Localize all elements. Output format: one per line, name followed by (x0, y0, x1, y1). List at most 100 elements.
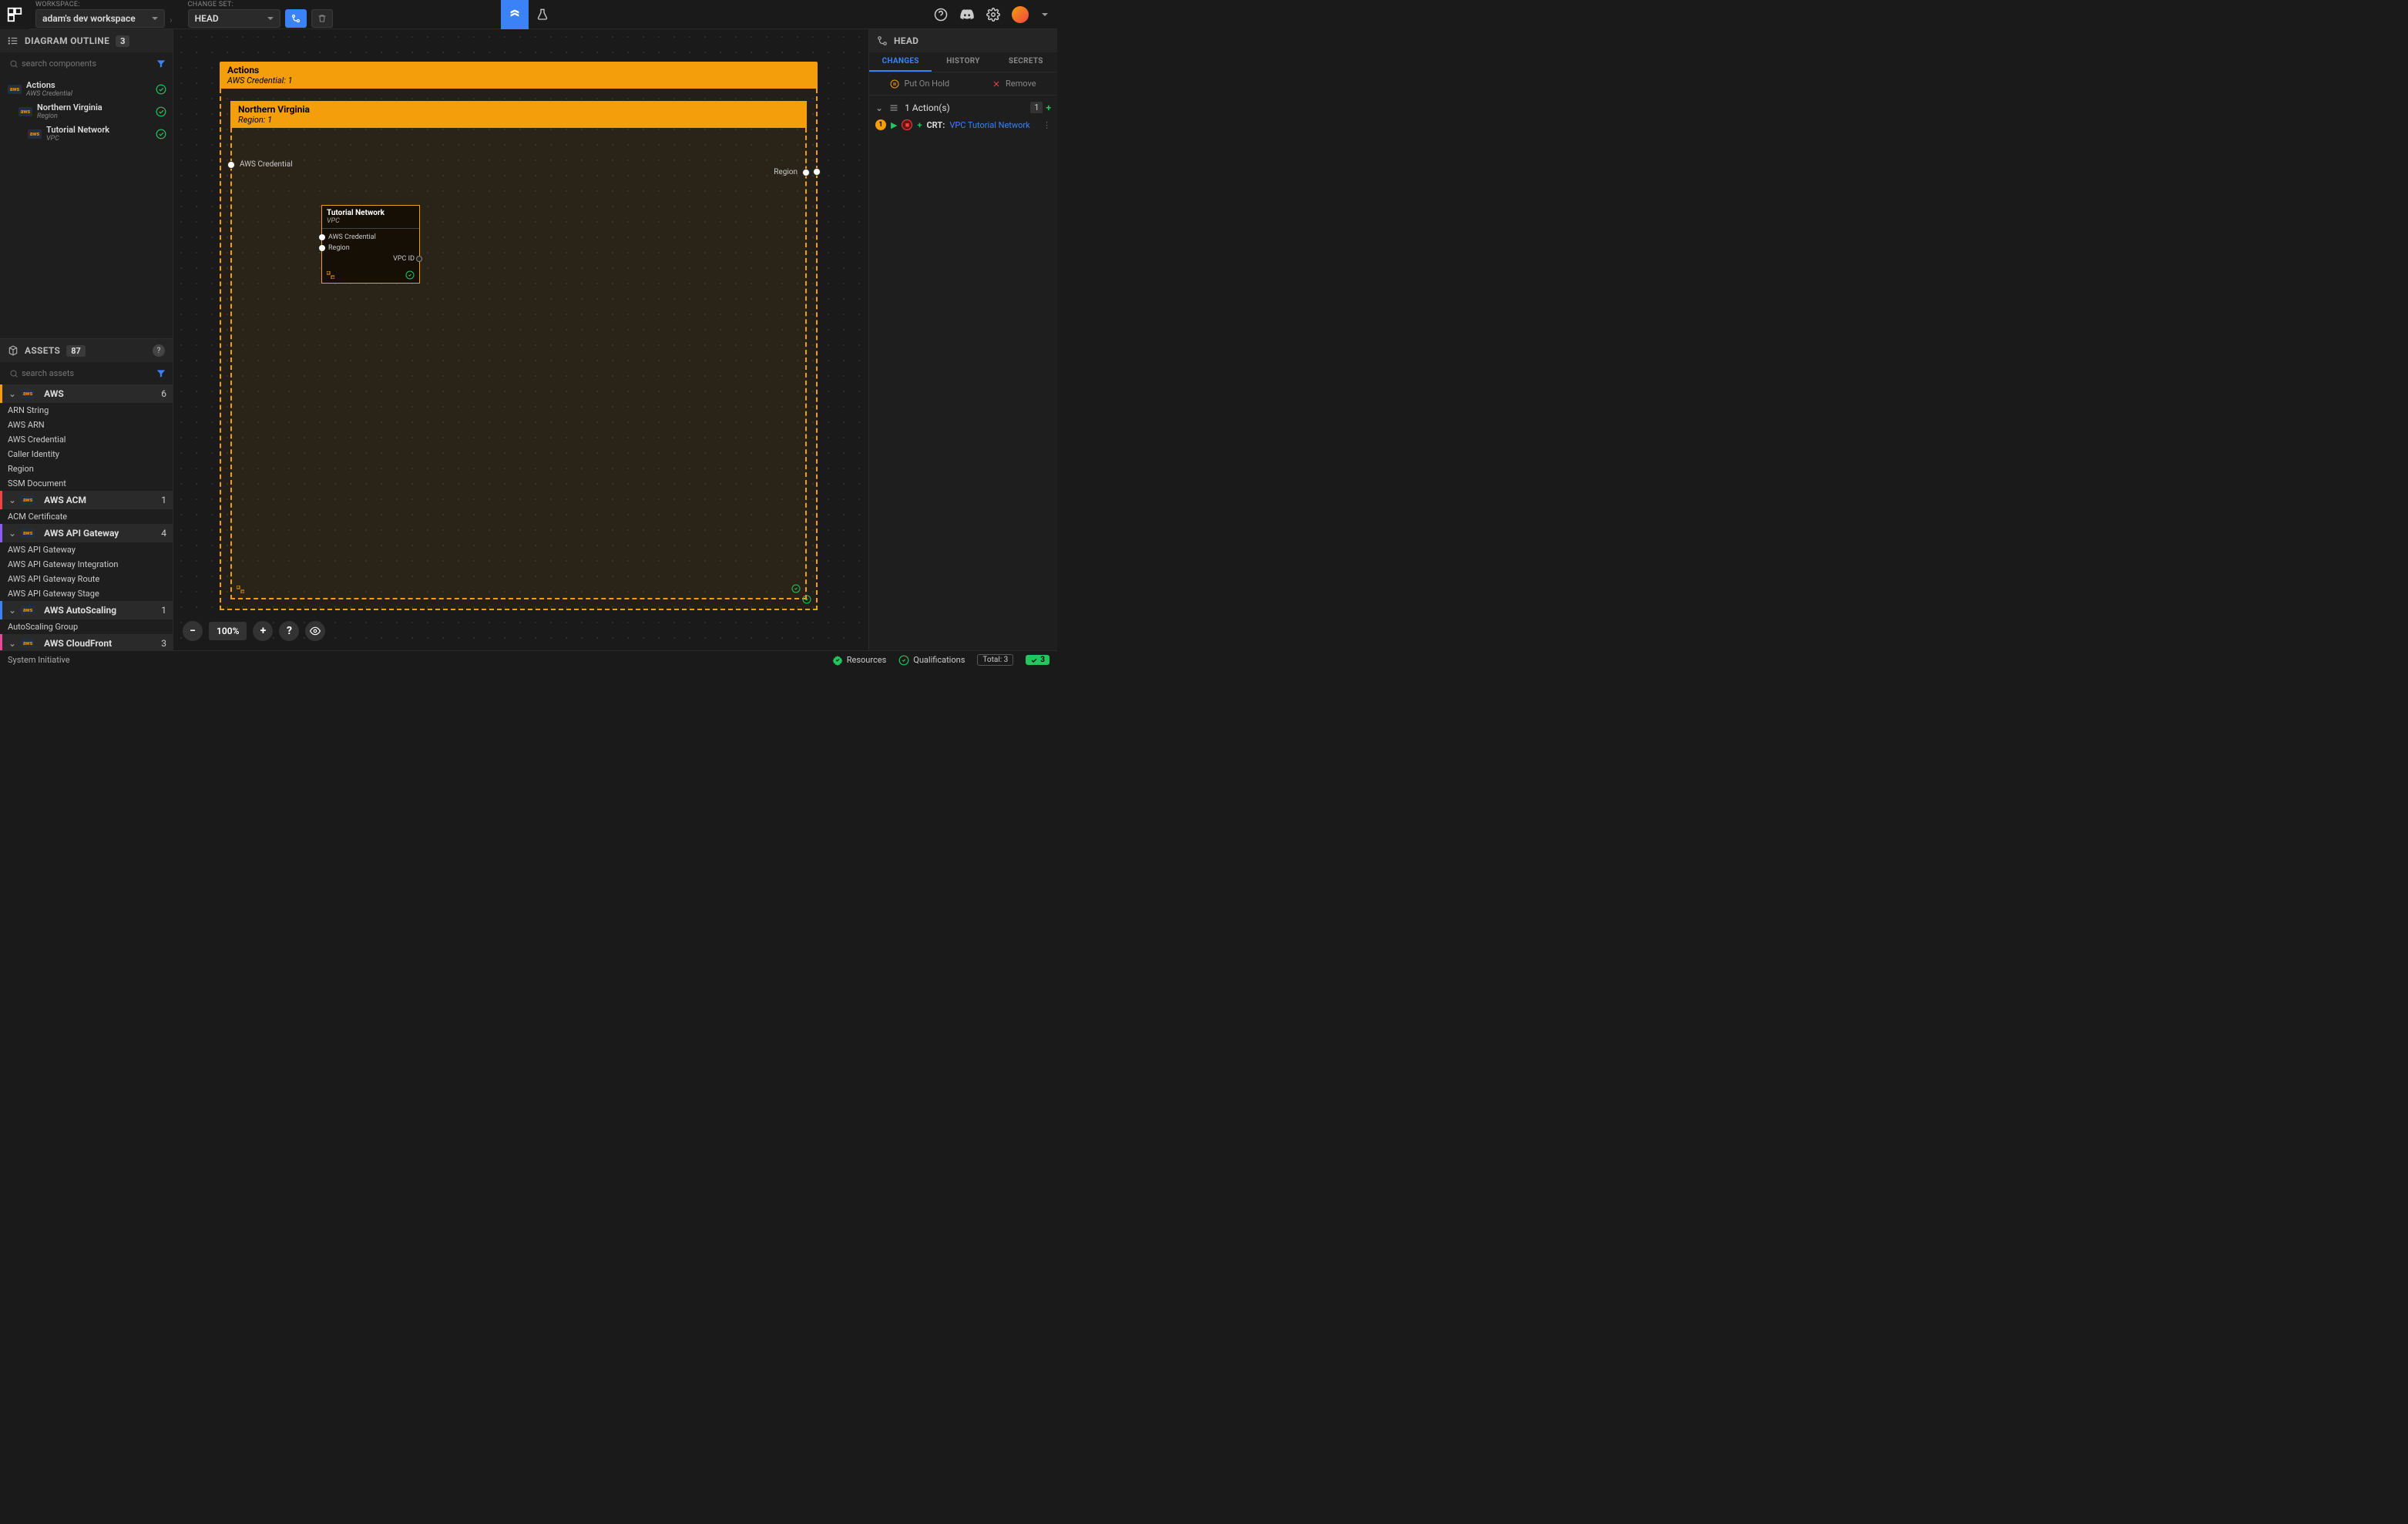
outline-search-input[interactable] (6, 55, 151, 72)
aws-icon: aws (21, 495, 35, 505)
zoom-in-button[interactable]: + (253, 621, 273, 641)
qualifications-status[interactable]: Qualifications (898, 655, 965, 666)
branch-icon (877, 35, 888, 46)
check-icon (405, 270, 415, 280)
assets-list[interactable]: ⌄awsAWS6 ARN String AWS ARN AWS Credenti… (0, 384, 173, 650)
vpc-port-vpcid[interactable]: VPC ID (327, 253, 415, 264)
asset-item[interactable]: Caller Identity (0, 447, 173, 462)
asset-item[interactable]: AWS API Gateway Stage (0, 586, 173, 601)
tab-secrets[interactable]: SECRETS (995, 52, 1057, 72)
tab-history[interactable]: HISTORY (932, 52, 994, 72)
region-body: AWS Credential Region Tutorial Network V… (230, 128, 807, 599)
outline-item-region[interactable]: aws Northern VirginiaRegion (0, 100, 173, 123)
resources-status[interactable]: Resources (832, 655, 887, 666)
chevron-down-icon: ⌄ (8, 638, 16, 649)
chevron-down-icon: ⌄ (8, 388, 16, 399)
remove-button[interactable]: Remove (992, 79, 1036, 89)
merge-button[interactable] (285, 9, 307, 28)
changeset-label: CHANGE SET: (188, 1, 333, 8)
actions-body: Northern Virginia Region: 1 AWS Credenti… (220, 89, 818, 610)
actions-header[interactable]: Actions AWS Credential: 1 (220, 62, 818, 89)
outline-item-vpc[interactable]: aws Tutorial NetworkVPC (0, 123, 173, 145)
right-toolbar (933, 6, 1057, 23)
outline-count: 3 (116, 35, 129, 47)
discord-icon[interactable] (959, 7, 975, 22)
user-menu-caret[interactable] (1042, 13, 1048, 16)
asset-item[interactable]: SSM Document (0, 476, 173, 491)
region-header[interactable]: Northern Virginia Region: 1 (230, 101, 807, 128)
vpc-port-aws[interactable]: AWS Credential (327, 232, 415, 243)
outline-search-row (0, 52, 173, 75)
rp-title: HEAD (894, 35, 919, 46)
asset-item[interactable]: ARN String (0, 403, 173, 418)
aws-icon: aws (21, 606, 35, 615)
x-icon (992, 79, 1001, 89)
asset-category-aws[interactable]: ⌄awsAWS6 (0, 384, 173, 403)
asset-category-apigw[interactable]: ⌄awsAWS API Gateway4 (0, 524, 173, 542)
asset-item[interactable]: Region (0, 462, 173, 476)
asset-item[interactable]: AWS API Gateway Integration (0, 557, 173, 572)
lab-tool[interactable] (529, 0, 556, 29)
rp-bulk-actions: Put On Hold Remove (869, 72, 1057, 96)
asset-item[interactable]: AWS Credential (0, 432, 173, 447)
total-badge: Total: 3 (977, 654, 1013, 666)
canvas[interactable]: Actions AWS Credential: 1 Northern Virgi… (173, 29, 868, 650)
outline-item-actions[interactable]: aws ActionsAWS Credential (0, 78, 173, 100)
action-list: ⌄ 1 Action(s) 1+ 1 ▶ ■ + CRT: VPC Tutori… (869, 96, 1057, 136)
action-menu-icon[interactable]: ⋮ (1043, 120, 1051, 130)
vpc-header: Tutorial Network VPC (322, 206, 419, 229)
region-output-port[interactable]: Region (774, 168, 810, 176)
region-aws-cred-port[interactable]: AWS Credential (227, 160, 293, 169)
workspace-select[interactable]: adam's dev workspace (35, 9, 165, 28)
zoom-display[interactable]: 100% (209, 622, 247, 640)
canvas-controls: − 100% + ? (183, 621, 325, 641)
resize-icon[interactable] (327, 271, 334, 279)
resize-icon[interactable] (237, 586, 244, 593)
stop-icon[interactable]: ■ (902, 119, 912, 130)
asset-item[interactable]: AutoScaling Group (0, 619, 173, 634)
assets-help-icon[interactable]: ? (153, 344, 165, 357)
action-list-header[interactable]: ⌄ 1 Action(s) 1+ (869, 99, 1057, 116)
delete-changeset-button[interactable] (311, 9, 333, 28)
vpc-footer (322, 267, 419, 283)
canvas-eye-button[interactable] (305, 621, 325, 641)
settings-icon[interactable] (986, 7, 1001, 22)
asset-category-autoscaling[interactable]: ⌄awsAWS AutoScaling1 (0, 601, 173, 619)
help-icon[interactable] (933, 7, 949, 22)
user-avatar[interactable] (1012, 6, 1029, 23)
aws-icon: aws (8, 85, 22, 94)
cube-icon (8, 345, 18, 356)
region-frame[interactable]: Northern Virginia Region: 1 AWS Credenti… (230, 101, 807, 599)
assets-search-input[interactable] (6, 365, 151, 381)
asset-item[interactable]: AWS API Gateway Route (0, 572, 173, 586)
asset-item[interactable]: ACM Certificate (0, 509, 173, 524)
filter-icon[interactable] (156, 368, 166, 379)
asset-category-cloudfront[interactable]: ⌄awsAWS CloudFront3 (0, 634, 173, 650)
play-icon[interactable]: ▶ (891, 120, 897, 130)
check-icon (156, 106, 166, 117)
put-on-hold-button[interactable]: Put On Hold (890, 79, 949, 89)
aws-icon: aws (28, 129, 42, 139)
vpc-port-region[interactable]: Region (327, 243, 415, 253)
chevron-down-icon: ⌄ (8, 495, 16, 505)
asset-item[interactable]: AWS ARN (0, 418, 173, 432)
vpc-node[interactable]: Tutorial Network VPC AWS Credential Regi… (321, 205, 420, 284)
zoom-out-button[interactable]: − (183, 621, 203, 641)
model-tool[interactable] (501, 0, 529, 29)
actions-output-port[interactable] (813, 168, 821, 176)
add-action-icon[interactable]: + (1046, 102, 1051, 113)
changeset-select[interactable]: HEAD (188, 9, 280, 28)
main-layout: DIAGRAM OUTLINE 3 aws ActionsAWS Credent… (0, 29, 1057, 650)
asset-item[interactable]: AWS API Gateway (0, 542, 173, 557)
diagram-actions-frame[interactable]: Actions AWS Credential: 1 Northern Virgi… (220, 62, 818, 610)
filter-icon[interactable] (156, 59, 166, 69)
canvas-help-button[interactable]: ? (279, 621, 299, 641)
outline-title: DIAGRAM OUTLINE (25, 35, 109, 46)
asset-category-acm[interactable]: ⌄awsAWS ACM1 (0, 491, 173, 509)
app-logo[interactable] (0, 0, 29, 29)
aws-icon: aws (21, 639, 35, 648)
action-item[interactable]: 1 ▶ ■ + CRT: VPC Tutorial Network ⋮ (869, 116, 1057, 133)
action-link[interactable]: VPC Tutorial Network (949, 120, 1029, 130)
tab-changes[interactable]: CHANGES (869, 52, 932, 72)
assets-header: ASSETS 87 ? (0, 339, 173, 362)
